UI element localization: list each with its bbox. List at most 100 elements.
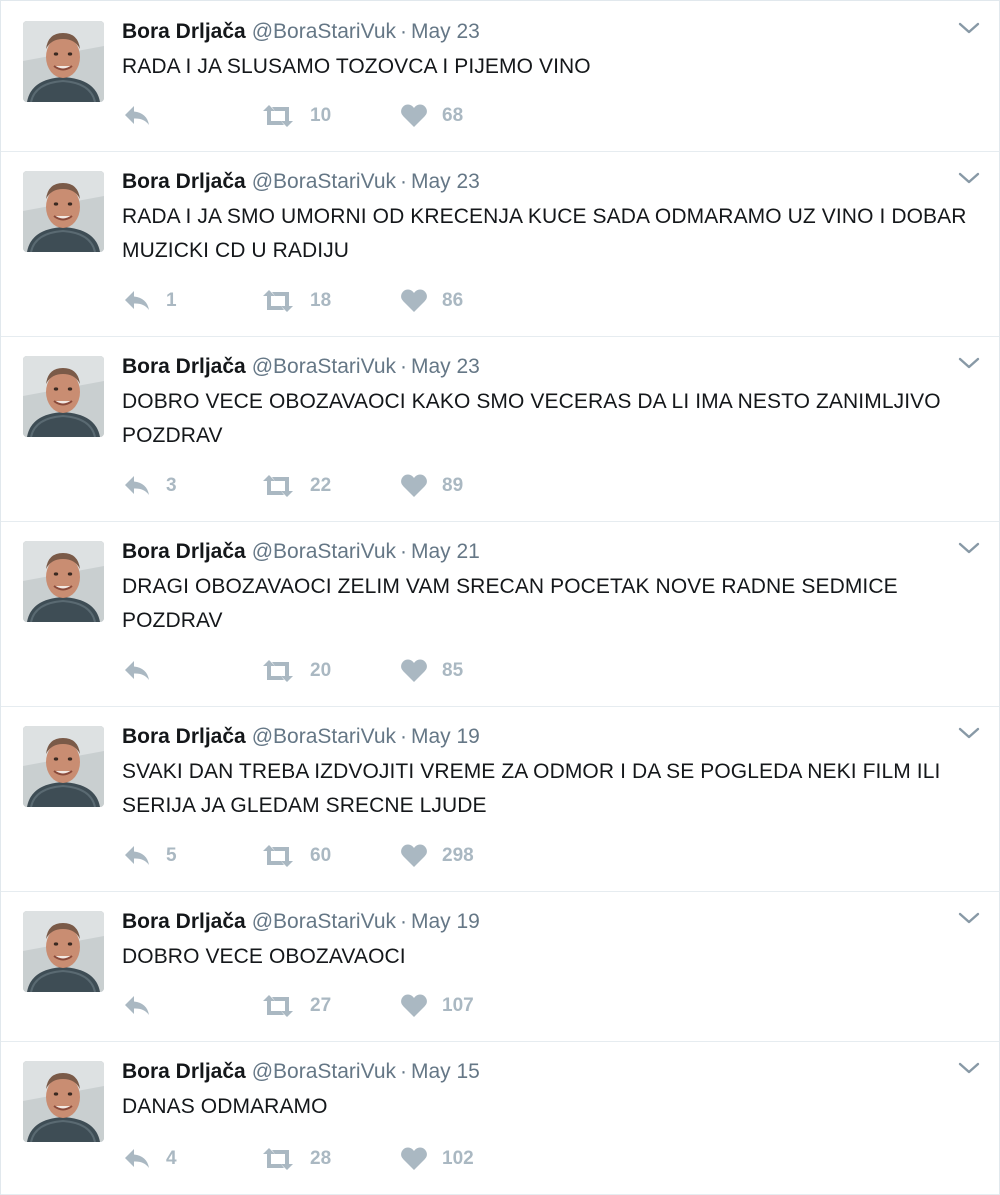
chevron-down-icon[interactable] [957,354,981,374]
like-count: 68 [442,105,464,126]
reply-button[interactable]: 3 [122,471,177,501]
chevron-down-icon[interactable] [957,909,981,929]
avatar[interactable] [23,541,104,622]
author-handle[interactable]: @BoraStariVuk [252,540,396,563]
reply-icon [125,106,149,125]
tweet[interactable]: Bora Drljača @BoraStariVuk · May 23 RADA I … [1,151,999,337]
retweet-icon [263,290,293,312]
retweet-icon [263,1148,293,1170]
like-count: 86 [442,290,464,311]
reply-button[interactable] [122,656,166,686]
reply-count: 1 [166,290,177,311]
retweet-button[interactable]: 28 [260,1144,331,1174]
heart-icon [401,994,427,1017]
tweet-date[interactable]: May 23 [411,355,480,378]
avatar[interactable] [23,911,104,992]
like-button[interactable]: 107 [400,991,474,1021]
tweet-date[interactable]: May 21 [411,540,480,563]
retweet-count: 18 [310,290,332,311]
chevron-down-icon[interactable] [957,169,981,189]
author-name[interactable]: Bora Drljača [122,355,246,378]
retweet-button[interactable]: 27 [260,991,331,1021]
retweet-count: 27 [310,995,332,1016]
author-name[interactable]: Bora Drljača [122,170,246,193]
separator-dot: · [400,170,407,193]
retweet-count: 20 [310,660,332,681]
retweet-button[interactable]: 22 [260,471,331,501]
author-name[interactable]: Bora Drljača [122,1060,246,1083]
author-name[interactable]: Bora Drljača [122,725,246,748]
avatar[interactable] [23,21,104,102]
tweet[interactable]: Bora Drljača @BoraStariVuk · May 19 DOBRO V… [1,891,999,1042]
avatar[interactable] [23,356,104,437]
tweet-date[interactable]: May 19 [411,910,480,933]
chevron-down-icon[interactable] [957,539,981,559]
separator-dot: · [400,355,407,378]
reply-button[interactable]: 5 [122,841,177,871]
reply-icon [125,291,149,310]
tweet-header: Bora Drljača @BoraStariVuk · May 15 [122,1058,480,1086]
reply-icon [125,661,149,680]
retweet-icon [263,105,293,127]
avatar[interactable] [23,726,104,807]
author-name[interactable]: Bora Drljača [122,20,246,43]
avatar[interactable] [23,1061,104,1142]
reply-button[interactable]: 1 [122,286,177,316]
like-button[interactable]: 85 [400,656,463,686]
retweet-button[interactable]: 20 [260,656,331,686]
like-button[interactable]: 102 [400,1144,474,1174]
separator-dot: · [400,20,407,43]
like-button[interactable]: 86 [400,286,463,316]
tweet-date[interactable]: May 23 [411,170,480,193]
separator-dot: · [400,1060,407,1083]
retweet-button[interactable]: 10 [260,101,331,131]
author-handle[interactable]: @BoraStariVuk [252,20,396,43]
tweet[interactable]: Bora Drljača @BoraStariVuk · May 15 DANAS O… [1,1041,999,1195]
author-handle[interactable]: @BoraStariVuk [252,170,396,193]
tweet-date[interactable]: May 15 [411,1060,480,1083]
avatar-photo [23,1061,104,1142]
tweet-date[interactable]: May 19 [411,725,480,748]
chevron-down-icon[interactable] [957,19,981,39]
retweet-count: 28 [310,1148,332,1169]
like-button[interactable]: 298 [400,841,474,871]
author-name[interactable]: Bora Drljača [122,540,246,563]
tweet-date[interactable]: May 23 [411,20,480,43]
retweet-icon [263,475,293,497]
avatar-photo [23,21,104,102]
retweet-icon [263,660,293,682]
tweet[interactable]: Bora Drljača @BoraStariVuk · May 23 DOBRO V… [1,336,999,522]
author-handle[interactable]: @BoraStariVuk [252,355,396,378]
like-count: 298 [442,845,474,866]
heart-icon [401,289,427,312]
reply-icon [125,1149,149,1168]
author-name[interactable]: Bora Drljača [122,910,246,933]
like-count: 85 [442,660,464,681]
tweet-text: DOBRO VECE OBOZAVAOCI KAKO SMO VECERAS D… [122,390,941,447]
like-button[interactable]: 68 [400,101,463,131]
tweet[interactable]: Bora Drljača @BoraStariVuk · May 23 RADA I … [1,1,999,152]
retweet-icon [263,845,293,867]
heart-icon [401,474,427,497]
reply-button[interactable] [122,991,166,1021]
chevron-down-icon[interactable] [957,724,981,744]
avatar-photo [23,171,104,252]
reply-button[interactable] [122,101,166,131]
tweet[interactable]: Bora Drljača @BoraStariVuk · May 21 DRAGI O… [1,521,999,707]
avatar[interactable] [23,171,104,252]
chevron-down-icon[interactable] [957,1059,981,1079]
tweet-text: RADA I JA SLUSAMO TOZOVCA I PIJEMO VINO [122,55,591,78]
tweet-header: Bora Drljača @BoraStariVuk · May 23 [122,168,480,196]
author-handle[interactable]: @BoraStariVuk [252,1060,396,1083]
separator-dot: · [400,540,407,563]
retweet-count: 60 [310,845,332,866]
author-handle[interactable]: @BoraStariVuk [252,725,396,748]
tweet-text: RADA I JA SMO UMORNI OD KRECENJA KUCE SA… [122,205,967,262]
retweet-button[interactable]: 60 [260,841,331,871]
heart-icon [401,659,427,682]
like-button[interactable]: 89 [400,471,463,501]
retweet-button[interactable]: 18 [260,286,331,316]
reply-button[interactable]: 4 [122,1144,177,1174]
author-handle[interactable]: @BoraStariVuk [252,910,396,933]
tweet[interactable]: Bora Drljača @BoraStariVuk · May 19 SVAKI D… [1,706,999,892]
